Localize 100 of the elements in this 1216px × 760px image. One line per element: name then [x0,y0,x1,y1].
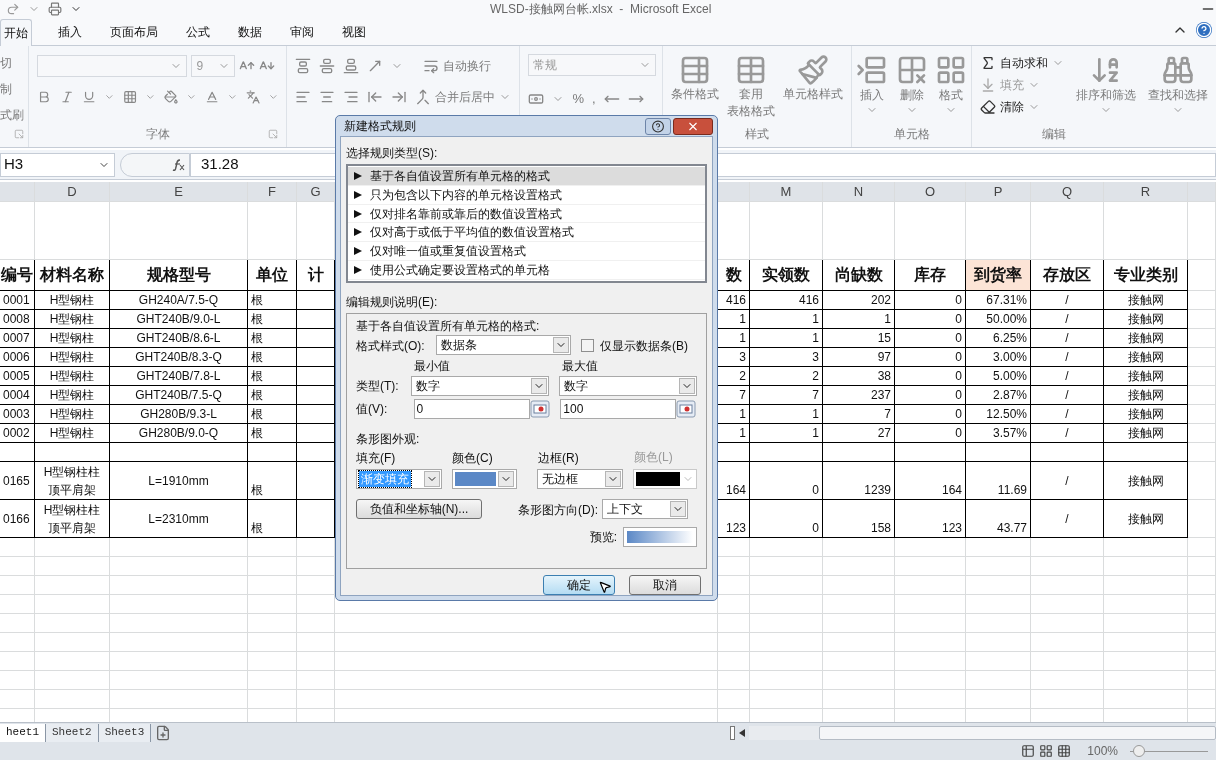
table-cell: 0008 [0,310,35,329]
table-cell: 6.25% [966,329,1031,348]
table-cell: 164 [895,462,966,500]
column-header: R [1104,182,1188,202]
table-cell: 0 [895,405,966,424]
table-cell: 0 [750,500,823,538]
table-cell: 根 [248,367,297,386]
table-cell: 接触网 [1104,348,1188,367]
table-cell: GHT240B/7.8-L [110,367,248,386]
section-label: 条形图外观: [356,432,420,446]
table-cell: / [1031,329,1104,348]
table-cell: 根 [248,386,297,405]
table-cell: 接触网 [1104,329,1188,348]
column-heading: 最大值 [562,358,598,374]
field-label: 类型(T): [356,379,399,393]
table-cell: 11.69 [966,462,1031,500]
table-cell: 0166 [0,500,35,538]
table-cell: 接触网 [1104,367,1188,386]
header-cell: 到货率 [966,260,1031,291]
table-cell: 5.00% [966,367,1031,386]
column-header: F [248,182,297,202]
table-cell: 0004 [0,386,35,405]
column-header: O [895,182,966,202]
table-cell: 0003 [0,405,35,424]
table-cell: 0165 [0,462,35,500]
table-cell: 接触网 [1104,424,1188,443]
table-cell: / [1031,291,1104,310]
header-cell: 编号 [0,260,35,291]
table-cell: / [1031,405,1104,424]
table-cell: 38 [823,367,895,386]
table-cell: GHT240B/9.0-L [110,310,248,329]
table-cell: GH280B/9.3-L [110,405,248,424]
table-cell: 根 [248,424,297,443]
column-header: D [35,182,110,202]
table-cell: 2.87% [966,386,1031,405]
table-cell: GH240A/7.5-Q [110,291,248,310]
table-cell: 0 [895,348,966,367]
column-header: N [823,182,895,202]
table-cell: 0007 [0,329,35,348]
field-label: 边框(R) [538,451,579,465]
table-cell: H型钢柱 [35,405,110,424]
table-cell: 43.77 [966,500,1031,538]
field-label: 颜色(C) [452,451,493,465]
table-cell: 0 [895,424,966,443]
table-cell: 1 [750,405,823,424]
table-cell: L=2310mm [110,500,248,538]
column-header: E [110,182,248,202]
column-header: Q [1031,182,1104,202]
table-cell: 接触网 [1104,462,1188,500]
table-cell: 237 [823,386,895,405]
table-cell: H型钢柱 [35,291,110,310]
header-cell: 单位 [248,260,297,291]
table-cell: H型钢柱柱 顶平肩架 [35,462,110,500]
table-cell: 0 [895,386,966,405]
table-cell: H型钢柱 [35,348,110,367]
table-cell: / [1031,348,1104,367]
group-label: 字体 [146,126,170,143]
table-cell: 158 [823,500,895,538]
table-cell: / [1031,424,1104,443]
column-heading: 最小值 [414,359,450,373]
field-label: 条形图方向(D): [518,502,598,517]
table-cell: 67.31% [966,291,1031,310]
table-cell: / [1031,462,1104,500]
column-header: M [750,182,823,202]
table-cell: 27 [823,424,895,443]
table-cell: / [1031,386,1104,405]
table-cell: 接触网 [1104,405,1188,424]
window-title: WLSD-接触网台帐.xlsx - Microsoft Excel [490,1,712,18]
table-cell: 50.00% [966,310,1031,329]
field-label: 仅显示数据条(B) [600,338,688,353]
table-cell: 根 [248,405,297,424]
table-cell: H型钢柱 [35,386,110,405]
header-cell: 材料名称 [35,260,110,291]
table-cell: 202 [823,291,895,310]
table-cell: 97 [823,348,895,367]
column-header: G [297,182,335,202]
header-cell: 存放区 [1031,260,1104,291]
table-cell: 1239 [823,462,895,500]
table-cell: 0001 [0,291,35,310]
field-label: 颜色(L) [634,449,673,466]
table-cell: 根 [248,310,297,329]
header-cell: 规格型号 [110,260,248,291]
table-cell: GH280B/9.0-Q [110,424,248,443]
table-cell: 0 [895,310,966,329]
group-label: 单元格 [893,126,930,143]
table-cell: 123 [895,500,966,538]
table-cell: H型钢柱 [35,329,110,348]
table-cell: GHT240B/8.3-Q [110,348,248,367]
table-cell: 416 [750,291,823,310]
table-cell: 3 [750,348,823,367]
column-header: P [966,182,1031,202]
field-label: 填充(F) [356,451,396,465]
table-cell: / [1031,367,1104,386]
table-cell: GHT240B/8.6-L [110,329,248,348]
table-cell: H型钢柱 [35,310,110,329]
table-cell: 1 [823,310,895,329]
group-label: 样式 [745,126,770,143]
table-cell: 7 [750,386,823,405]
table-cell: 7 [823,405,895,424]
table-cell: 0 [895,291,966,310]
